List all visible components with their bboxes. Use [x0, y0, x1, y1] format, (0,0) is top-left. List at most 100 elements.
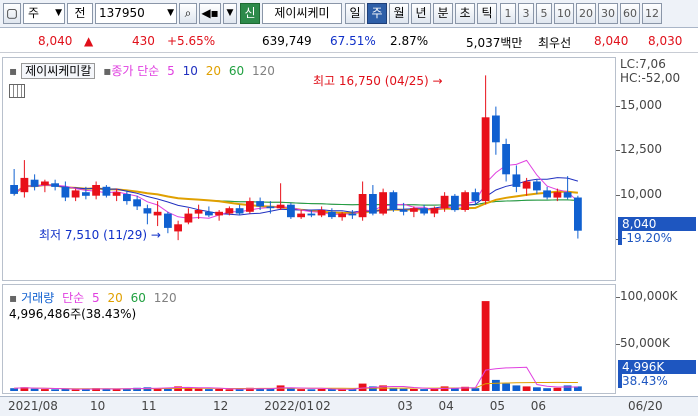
- volume-bar: [471, 388, 480, 391]
- interval-button[interactable]: 10: [554, 3, 574, 24]
- period-button[interactable]: 분: [433, 3, 453, 24]
- vol-ma-label: 단순: [62, 291, 85, 305]
- volume-bar: [71, 389, 80, 391]
- period-button[interactable]: 월: [389, 3, 409, 24]
- candle-body: [184, 213, 193, 223]
- current-pct-tag: -19.20%: [622, 231, 696, 245]
- volume-bar: [266, 389, 275, 391]
- volume-title: 거래량: [21, 291, 55, 305]
- price-tick-label: 15,000: [620, 97, 662, 112]
- candle-body: [574, 197, 582, 231]
- volume-bar: [317, 389, 326, 391]
- volume-bar: [553, 387, 562, 391]
- interval-button[interactable]: 60: [620, 3, 640, 24]
- lc-label: LC:7,06: [620, 57, 666, 71]
- candle-body: [10, 185, 18, 194]
- interval-button[interactable]: 1: [500, 3, 516, 24]
- volume-tick-label: 50,000K: [620, 335, 670, 350]
- vol-ma60-label: 60: [130, 291, 146, 305]
- candle-body: [420, 208, 428, 214]
- candle-body: [440, 195, 449, 209]
- candle-body: [102, 186, 111, 196]
- volume-bar: [389, 388, 398, 391]
- sin-button[interactable]: 신: [240, 3, 260, 24]
- price-axis: LC:7,06 HC:-52,00 15,00012,50010,0007,50…: [616, 57, 698, 281]
- low-label: 최저 7,510 (11/29): [39, 228, 148, 242]
- bid-price: 8,040: [594, 34, 629, 48]
- date-label: 12: [213, 399, 229, 413]
- price-tick-label: 12,500: [620, 142, 662, 157]
- volume-summary: 4,996,486주(38.43%): [9, 307, 137, 321]
- chevron-down-icon[interactable]: ▼: [223, 3, 237, 24]
- candle-body: [297, 213, 305, 218]
- period-button[interactable]: 년: [411, 3, 431, 24]
- volume-chart-pane[interactable]: ▪ 거래량 단순 5 20 60 120 4,996,486주(38.43%): [2, 284, 616, 394]
- candle-body: [317, 210, 326, 216]
- candle-body: [225, 208, 234, 214]
- price-chart[interactable]: [3, 58, 615, 280]
- volume-bar: [41, 389, 49, 391]
- calendar-icon[interactable]: [9, 84, 25, 98]
- ma20-label: 20: [205, 64, 222, 78]
- ask-price: 8,030: [648, 34, 683, 48]
- current-volume-pct-tag: 38.43%: [622, 374, 696, 388]
- ma60-label: 60: [228, 64, 245, 78]
- mode-select[interactable]: 전: [67, 3, 93, 24]
- low-annotation: 최저 7,510 (11/29) →: [39, 226, 161, 243]
- window-icon[interactable]: ▢: [3, 3, 21, 24]
- interval-button[interactable]: 30: [598, 3, 618, 24]
- candle-body: [235, 208, 244, 214]
- volume-bar: [205, 389, 213, 391]
- arrow-right-icon: →: [432, 74, 443, 88]
- volume-legend: ▪ 거래량 단순 5 20 60 120: [9, 289, 181, 306]
- candle-body: [471, 192, 480, 202]
- candle-body: [246, 201, 254, 212]
- ma10-label: 10: [182, 64, 198, 78]
- speaker-icon[interactable]: ◀▪: [199, 3, 221, 24]
- interval-button[interactable]: 5: [536, 3, 552, 24]
- period-button[interactable]: 초: [455, 3, 475, 24]
- volume-bar: [307, 389, 316, 391]
- candle-body: [410, 208, 418, 212]
- candle-body: [502, 144, 510, 175]
- trade-amount: 5,037백만: [466, 36, 523, 50]
- volume-bar: [492, 379, 500, 391]
- volume-bar: [481, 301, 490, 391]
- price-tick-label: 10,000: [620, 186, 662, 201]
- search-icon[interactable]: ⌕: [179, 3, 197, 24]
- candle-body: [133, 199, 141, 207]
- interval-button[interactable]: 20: [576, 3, 596, 24]
- chart-type-select[interactable]: 주 ▼: [23, 3, 65, 24]
- candle-body: [451, 195, 459, 211]
- interval-button[interactable]: 12: [642, 3, 662, 24]
- mode-label: 전: [74, 6, 86, 20]
- volume-ratio: 67.51%: [330, 34, 376, 48]
- turnover-rate: 2.87%: [390, 34, 429, 48]
- volume-bar: [533, 387, 541, 391]
- high-label: 최고 16,750 (04/25): [313, 74, 429, 88]
- interval-button[interactable]: 3: [518, 3, 534, 24]
- candle-body: [61, 186, 70, 198]
- chart-type-label: 주: [28, 6, 40, 20]
- price-chart-pane[interactable]: ▪ 제이씨케미칼 ▪종가 단순 5 10 20 60 120 최고 16,750 …: [2, 57, 616, 281]
- volume-bar: [358, 383, 367, 391]
- date-label: 2021/08: [8, 399, 58, 413]
- date-label: 05: [489, 399, 506, 413]
- candle-body: [71, 190, 80, 198]
- volume-bar: [410, 389, 418, 391]
- candle-body: [123, 194, 131, 202]
- quote-bar: 8,040 ▲ 430 +5.65% 639,749 67.51% 2.87% …: [0, 31, 698, 53]
- period-button[interactable]: 일: [345, 3, 365, 24]
- stock-name-field[interactable]: 제이씨케미: [262, 3, 342, 24]
- current-price-badge: 8,040 -19.20%: [618, 217, 696, 245]
- date-label: 06/20: [628, 399, 663, 413]
- period-button[interactable]: 주: [367, 3, 387, 24]
- current-price-tag: 8,040: [622, 217, 657, 231]
- candle-body: [143, 208, 152, 214]
- candle-body: [533, 181, 541, 191]
- date-label: 2022/01: [264, 399, 315, 413]
- stock-code-input[interactable]: 137950 ▼: [95, 3, 177, 24]
- candle-body: [348, 213, 357, 216]
- period-button[interactable]: 틱: [477, 3, 497, 24]
- volume-bar: [420, 389, 428, 391]
